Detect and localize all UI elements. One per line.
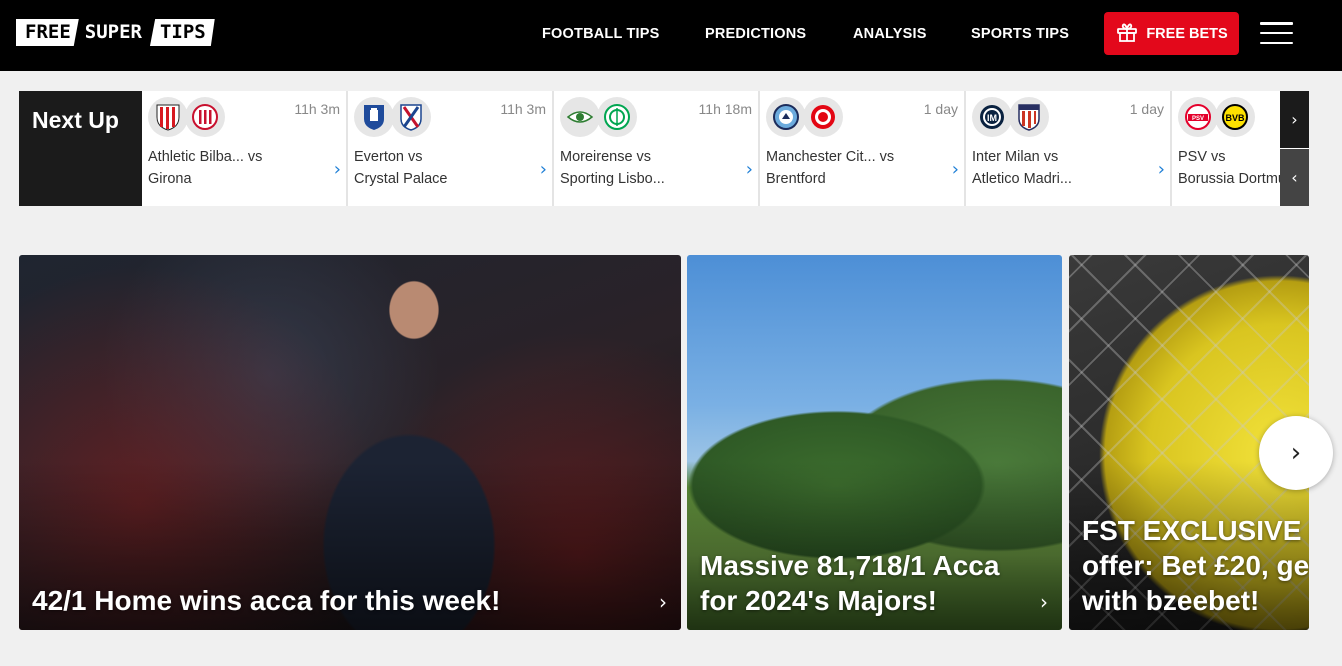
chevron-right-icon: › [333, 159, 341, 180]
crystal-palace-crest-icon [391, 97, 431, 137]
kickoff-time: 11h 18m [698, 101, 752, 117]
gift-icon [1115, 20, 1139, 48]
fixture-line-2: Brentford [766, 171, 826, 187]
kickoff-time: 1 day [1129, 101, 1164, 117]
borussia-dortmund-crest-icon: BVB [1215, 97, 1255, 137]
fixture-line-2: Girona [148, 171, 192, 187]
everton-crest-icon [354, 97, 394, 137]
site-header: FREE SUPER TIPS FOOTBALL TIPS PREDICTION… [0, 0, 1342, 71]
next-up-strip: Next Up 11h 3m Athletic Bilba... vs Giro… [19, 91, 1309, 206]
chevron-right-icon: › [659, 590, 667, 614]
logo-word-super: SUPER [78, 19, 150, 46]
chevron-right-icon: › [1291, 110, 1298, 129]
fixture-card[interactable]: PSV BVB PSV vs Borussia Dortmund [1172, 91, 1280, 206]
inter-milan-crest-icon: IM [972, 97, 1012, 137]
fixture-teams: Athletic Bilba... vs Girona [148, 146, 262, 190]
chevron-right-icon: › [1290, 438, 1302, 468]
fixtures-next-button[interactable]: › [1280, 91, 1309, 148]
fixture-line-1: PSV vs [1178, 149, 1226, 165]
carousel-next-button[interactable]: › [1259, 416, 1333, 490]
fixture-line-2: Crystal Palace [354, 171, 448, 187]
fixture-card[interactable]: IM 1 day Inter Milan vs Atletico Madri..… [966, 91, 1172, 206]
fixture-teams: Manchester Cit... vs Brentford [766, 146, 894, 190]
fixtures-list: 11h 3m Athletic Bilba... vs Girona › 11h… [142, 91, 1280, 206]
free-bets-button[interactable]: FREE BETS [1104, 12, 1239, 55]
nav-analysis[interactable]: ANALYSIS [853, 26, 927, 42]
chevron-right-icon: › [1157, 159, 1165, 180]
kickoff-time: 11h 3m [294, 101, 340, 117]
fixture-line-2: Atletico Madri... [972, 171, 1072, 187]
athletic-bilbao-crest-icon [148, 97, 188, 137]
site-logo[interactable]: FREE SUPER TIPS [16, 19, 215, 46]
logo-word-free: FREE [16, 19, 79, 46]
chevron-right-icon: › [745, 159, 753, 180]
fixture-teams: Moreirense vs Sporting Lisbo... [560, 146, 665, 190]
psv-crest-icon: PSV [1178, 97, 1218, 137]
nav-predictions[interactable]: PREDICTIONS [705, 26, 806, 42]
fixture-line-1: Inter Milan vs [972, 149, 1059, 165]
svg-text:PSV: PSV [1192, 116, 1204, 122]
chevron-right-icon: › [951, 159, 959, 180]
next-up-label: Next Up [19, 91, 142, 206]
chevron-right-icon: › [1040, 590, 1048, 614]
nav-sports-tips[interactable]: SPORTS TIPS [971, 26, 1069, 42]
svg-text:IM: IM [987, 113, 997, 123]
fixture-teams: PSV vs Borussia Dortmund [1178, 146, 1280, 190]
manchester-city-crest-icon [766, 97, 806, 137]
fixture-line-2: Borussia Dortmund [1178, 171, 1280, 187]
article-title: Massive 81,718/1 Acca for 2024's Majors! [700, 550, 1000, 616]
article-card[interactable]: 42/1 Home wins acca for this week! › [19, 255, 681, 630]
brentford-crest-icon [803, 97, 843, 137]
chevron-right-icon: › [539, 159, 547, 180]
fixture-teams: Inter Milan vs Atletico Madri... [972, 146, 1072, 190]
fixture-line-1: Everton vs [354, 149, 423, 165]
fixtures-prev-button[interactable]: ‹ [1280, 149, 1309, 206]
nav-football-tips[interactable]: FOOTBALL TIPS [542, 26, 660, 42]
hamburger-icon[interactable] [1260, 22, 1293, 44]
fixture-card[interactable]: 11h 3m Athletic Bilba... vs Girona › [142, 91, 348, 206]
fixture-line-1: Athletic Bilba... vs [148, 149, 263, 165]
fixture-line-2: Sporting Lisbo... [560, 171, 665, 187]
logo-word-tips: TIPS [149, 19, 215, 46]
svg-text:BVB: BVB [1225, 113, 1245, 123]
moreirense-crest-icon [560, 97, 600, 137]
fixture-teams: Everton vs Crystal Palace [354, 146, 447, 190]
sporting-lisbon-crest-icon [597, 97, 637, 137]
kickoff-time: 1 day [923, 101, 958, 117]
article-title: FST EXCLUSIVE bet offer: Bet £20, get wi… [1082, 515, 1309, 616]
free-bets-label: FREE BETS [1146, 25, 1228, 42]
article-title: 42/1 Home wins acca for this week! [32, 585, 501, 616]
fixture-line-1: Moreirense vs [560, 149, 652, 165]
fixture-card[interactable]: 1 day Manchester Cit... vs Brentford › [760, 91, 966, 206]
fixture-card[interactable]: 11h 3m Everton vs Crystal Palace › [348, 91, 554, 206]
fixture-card[interactable]: 11h 18m Moreirense vs Sporting Lisbo... … [554, 91, 760, 206]
kickoff-time: 11h 3m [500, 101, 546, 117]
atletico-madrid-crest-icon [1009, 97, 1049, 137]
article-card[interactable]: Massive 81,718/1 Acca for 2024's Majors!… [687, 255, 1062, 630]
fixture-line-1: Manchester Cit... vs [766, 149, 895, 165]
chevron-left-icon: ‹ [1291, 168, 1298, 187]
girona-crest-icon [185, 97, 225, 137]
